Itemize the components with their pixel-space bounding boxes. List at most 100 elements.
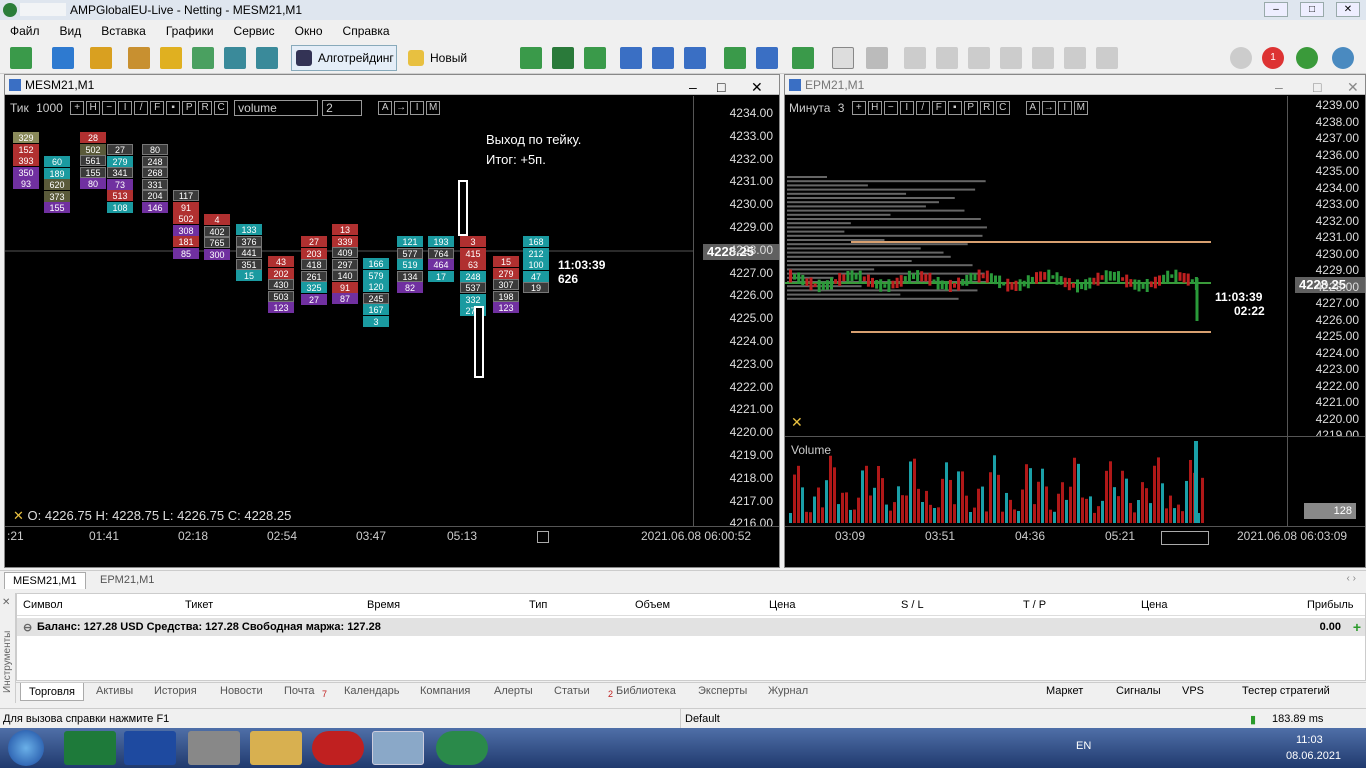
chart-shift-icon[interactable] [756, 47, 778, 69]
minimize-icon[interactable]: – [689, 77, 697, 97]
indicators-icon[interactable] [792, 47, 814, 69]
cursor-icon[interactable] [832, 47, 854, 69]
maximize-icon[interactable]: □ [717, 77, 725, 97]
metatrader-icon[interactable] [372, 731, 424, 765]
left-plot-area[interactable]: Тик 1000 + H − I / F ▪ P R C volume 2 A → I M 329 152… [5, 96, 693, 526]
volume-pane[interactable]: Volume [785, 436, 1287, 526]
column-header[interactable]: Тип [529, 599, 547, 611]
tab-11[interactable]: Журнал [768, 685, 808, 697]
tab-7[interactable]: Алерты [494, 685, 533, 697]
tab-epm21[interactable]: EPM21,M1 [92, 572, 162, 588]
new-order-button[interactable]: Новый ордер [403, 45, 506, 89]
calculator-icon[interactable] [188, 731, 240, 765]
crosshair-icon[interactable] [866, 47, 888, 69]
maximize-icon[interactable]: □ [1313, 77, 1321, 97]
cluster-cell: 28 [80, 132, 106, 143]
tab-0[interactable]: Торговля [20, 683, 84, 701]
tile-icon[interactable] [684, 47, 706, 69]
candles-icon[interactable] [552, 47, 574, 69]
price-tick: 4224.00 [729, 334, 773, 348]
market-watch-icon[interactable] [128, 47, 150, 69]
terminal-icon[interactable] [224, 47, 246, 69]
close-icon[interactable]: ✕ [751, 77, 763, 97]
explorer-icon[interactable] [250, 731, 302, 765]
time-tick: 04:36 [1015, 529, 1046, 543]
close-icon[interactable]: ✕ [1347, 77, 1359, 97]
navigator-icon[interactable] [160, 47, 182, 69]
menu-item[interactable]: Файл [0, 20, 50, 41]
text-icon[interactable] [1064, 47, 1086, 69]
opera-icon[interactable] [312, 731, 364, 765]
profiles-icon[interactable] [52, 47, 74, 69]
menu-item[interactable]: Сервис [224, 20, 285, 41]
tab-8[interactable]: Статьи [554, 685, 590, 697]
stats-icon[interactable] [436, 731, 488, 765]
horizontal-line-icon[interactable] [936, 47, 958, 69]
tab-mesm21[interactable]: MESM21,M1 [4, 572, 86, 589]
level-icon[interactable] [1296, 47, 1318, 69]
notifications-icon[interactable]: 1 [1262, 47, 1284, 69]
tab-10[interactable]: Эксперты [698, 685, 747, 697]
column-header[interactable]: Объем [635, 599, 670, 611]
column-header[interactable]: Время [367, 599, 400, 611]
column-header[interactable]: S / L [901, 599, 924, 611]
templates-icon[interactable] [90, 47, 112, 69]
right-plot-area[interactable]: Минута 3 + H − I / F ▪ P R C A → I M 11:03:39 02:22 … [785, 96, 1287, 436]
close-icon[interactable]: ✕ [2, 597, 10, 608]
word-icon[interactable] [124, 731, 176, 765]
menu-item[interactable]: Вид [50, 20, 92, 41]
menu-item[interactable]: Окно [285, 20, 333, 41]
column-header[interactable]: Прибыль [1307, 599, 1354, 611]
tabs-scroll-icon[interactable]: ‹ › [1347, 573, 1356, 584]
vertical-line-icon[interactable] [904, 47, 926, 69]
terminal-right-2[interactable]: VPS [1182, 685, 1204, 697]
cluster-cell: 73 [107, 178, 133, 190]
menu-item[interactable]: Справка [333, 20, 400, 41]
new-chart-icon[interactable] [10, 47, 32, 69]
cluster-cell: 3 [363, 315, 389, 327]
tab-5[interactable]: Календарь [344, 685, 400, 697]
maximize-button[interactable]: □ [1300, 2, 1324, 17]
fibo-icon[interactable] [1032, 47, 1054, 69]
data-window-icon[interactable] [192, 47, 214, 69]
terminal-right-0[interactable]: Маркет [1046, 685, 1083, 697]
scroll-marker[interactable] [1161, 531, 1209, 545]
column-header[interactable]: Цена [769, 599, 795, 611]
line-chart-icon[interactable] [584, 47, 606, 69]
column-header[interactable]: Символ [23, 599, 63, 611]
menu-item[interactable]: Вставка [91, 20, 156, 41]
zoom-out-icon[interactable] [652, 47, 674, 69]
zoom-in-icon[interactable] [620, 47, 642, 69]
column-header[interactable]: Цена [1141, 599, 1167, 611]
close-button[interactable]: ✕ [1336, 2, 1360, 17]
tab-2[interactable]: История [154, 685, 197, 697]
column-header[interactable]: T / P [1023, 599, 1046, 611]
tab-1[interactable]: Активы [96, 685, 133, 697]
channels-icon[interactable] [1000, 47, 1022, 69]
tab-9[interactable]: Библиотека [616, 685, 676, 697]
minimize-icon[interactable]: – [1275, 77, 1283, 97]
tester-icon[interactable] [256, 47, 278, 69]
search-icon[interactable] [1230, 47, 1252, 69]
menu-item[interactable]: Графики [156, 20, 224, 41]
scroll-marker[interactable] [537, 531, 549, 543]
add-icon[interactable]: + [1353, 619, 1361, 635]
collapse-icon[interactable]: ⊖ [23, 621, 32, 634]
column-header[interactable]: Тикет [185, 599, 213, 611]
account-icon[interactable] [1332, 47, 1354, 69]
balance-row[interactable]: ⊖ Баланс: 127.28 USD Средства: 127.28 Св… [17, 618, 1365, 636]
start-button[interactable] [8, 730, 44, 766]
minimize-button[interactable]: – [1264, 2, 1288, 17]
tab-4[interactable]: Почта [284, 685, 315, 697]
language-indicator[interactable]: EN [1076, 740, 1091, 752]
algo-trading-button[interactable]: Алготрейдинг [291, 45, 397, 71]
tab-6[interactable]: Компания [420, 685, 470, 697]
autoscroll-icon[interactable] [724, 47, 746, 69]
excel-icon[interactable] [64, 731, 116, 765]
terminal-right-1[interactable]: Сигналы [1116, 685, 1161, 697]
trendline-icon[interactable] [968, 47, 990, 69]
bar-chart-icon[interactable] [520, 47, 542, 69]
tab-3[interactable]: Новости [220, 685, 263, 697]
terminal-right-3[interactable]: Тестер стратегий [1242, 685, 1330, 697]
shapes-icon[interactable] [1096, 47, 1118, 69]
